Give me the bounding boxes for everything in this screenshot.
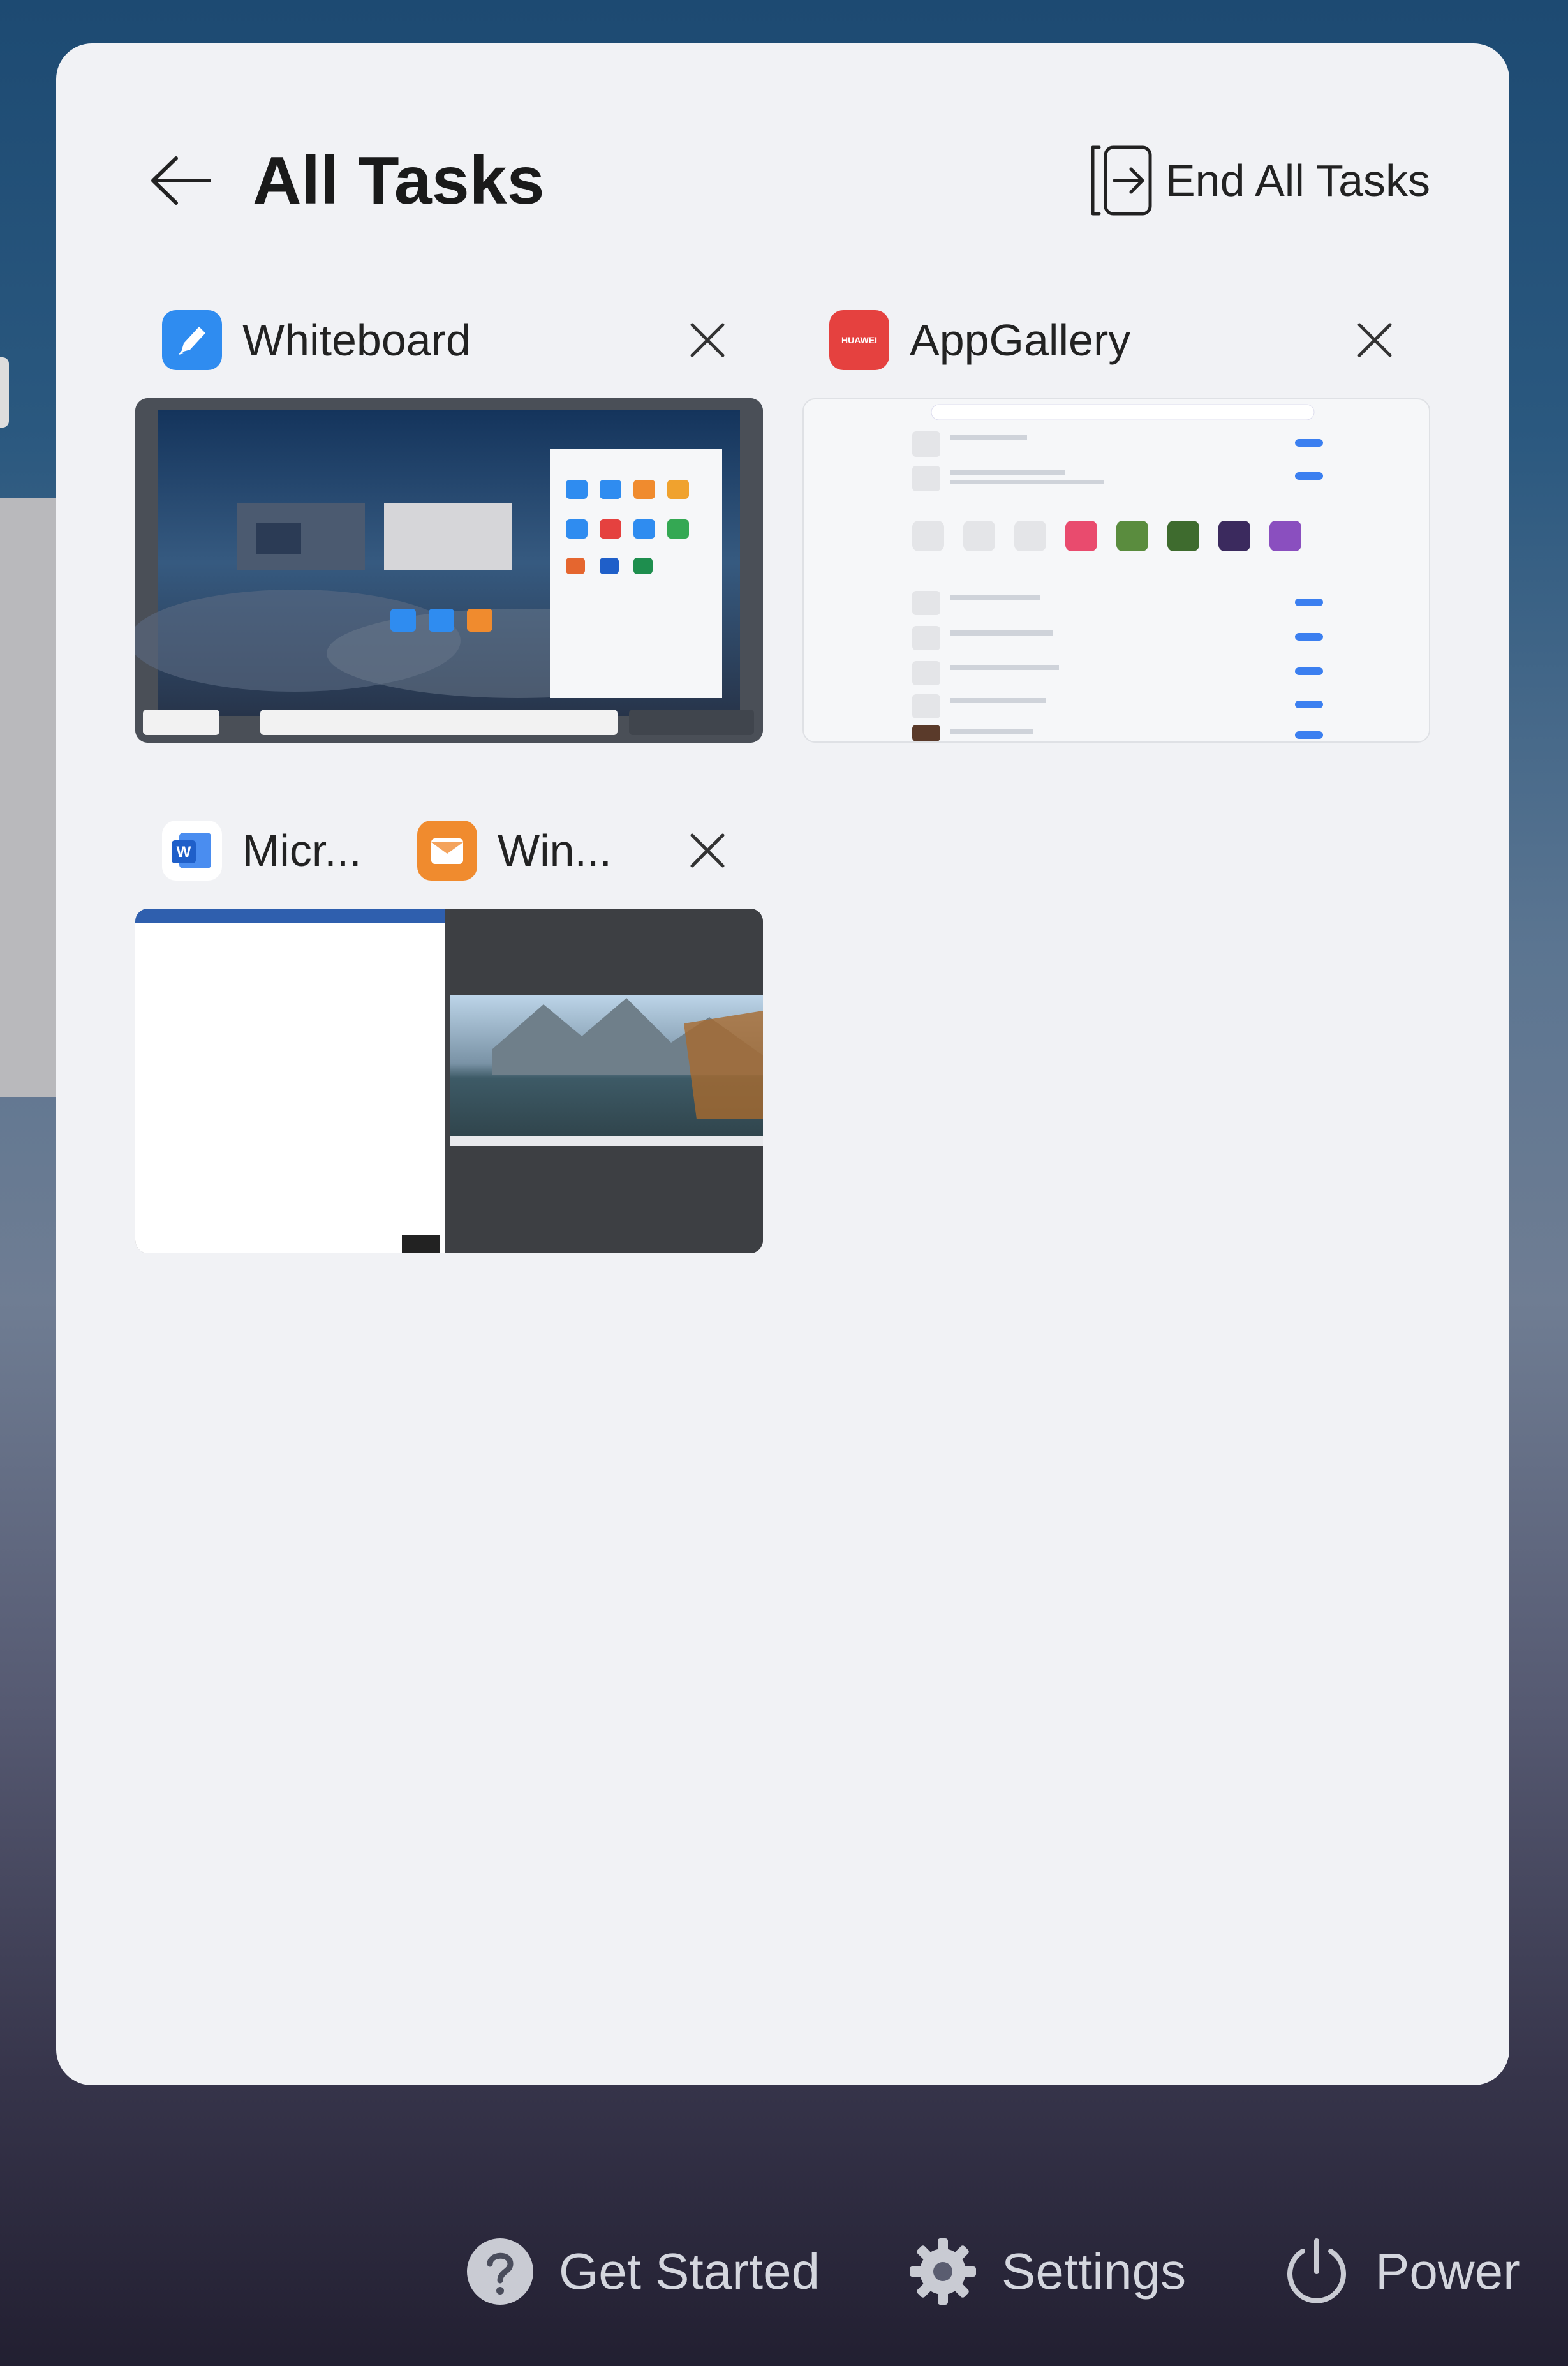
appgallery-icon: HUAWEI: [829, 310, 889, 370]
task-app-name: Micr...: [242, 826, 362, 875]
help-icon: [467, 2238, 533, 2305]
power-label: Power: [1375, 2243, 1520, 2300]
task-app-name: AppGallery: [910, 315, 1131, 365]
close-task-button[interactable]: [679, 311, 736, 369]
page-title: All Tasks: [253, 143, 545, 218]
whiteboard-icon: [162, 310, 222, 370]
back-arrow-icon: [151, 156, 211, 205]
close-task-button[interactable]: [679, 822, 736, 879]
settings-label: Settings: [1002, 2243, 1187, 2300]
background-handle: [0, 357, 9, 428]
window-app-icon: [417, 821, 477, 881]
task-thumbnail-appgallery[interactable]: [802, 398, 1430, 743]
settings-button[interactable]: Settings: [907, 2227, 1186, 2316]
word-icon: W: [162, 821, 222, 881]
task-thumbnail-split[interactable]: [135, 909, 763, 1253]
get-started-label: Get Started: [559, 2243, 820, 2300]
close-icon: [1357, 323, 1392, 357]
task-thumbnail-whiteboard[interactable]: [135, 398, 763, 743]
power-button[interactable]: Power: [1281, 2227, 1520, 2316]
task-card-header: HUAWEI AppGallery: [802, 292, 1430, 388]
back-button[interactable]: [139, 139, 222, 222]
gear-icon: [910, 2238, 976, 2305]
task-app-name-2: Win...: [498, 826, 612, 875]
get-started-button[interactable]: Get Started: [464, 2227, 820, 2316]
svg-text:W: W: [177, 844, 191, 861]
task-card-appgallery[interactable]: HUAWEI AppGallery: [802, 292, 1430, 745]
task-card-whiteboard[interactable]: Whiteboard: [135, 292, 763, 745]
task-card-header: Whiteboard: [135, 292, 763, 388]
close-icon: [690, 833, 725, 868]
end-all-tasks-button[interactable]: End All Tasks: [1086, 133, 1430, 228]
close-task-button[interactable]: [1346, 311, 1403, 369]
task-app-name: Whiteboard: [242, 315, 471, 365]
power-icon: [1287, 2238, 1346, 2303]
end-all-tasks-label: End All Tasks: [1165, 156, 1430, 205]
end-all-icon: [1091, 145, 1152, 216]
all-tasks-panel: All Tasks End All Tasks Whiteboard HUAWE…: [56, 43, 1509, 2085]
task-card-split-word-window[interactable]: W Micr... Win...: [135, 803, 763, 1262]
close-icon: [690, 323, 725, 357]
task-card-header: W Micr... Win...: [135, 803, 763, 898]
